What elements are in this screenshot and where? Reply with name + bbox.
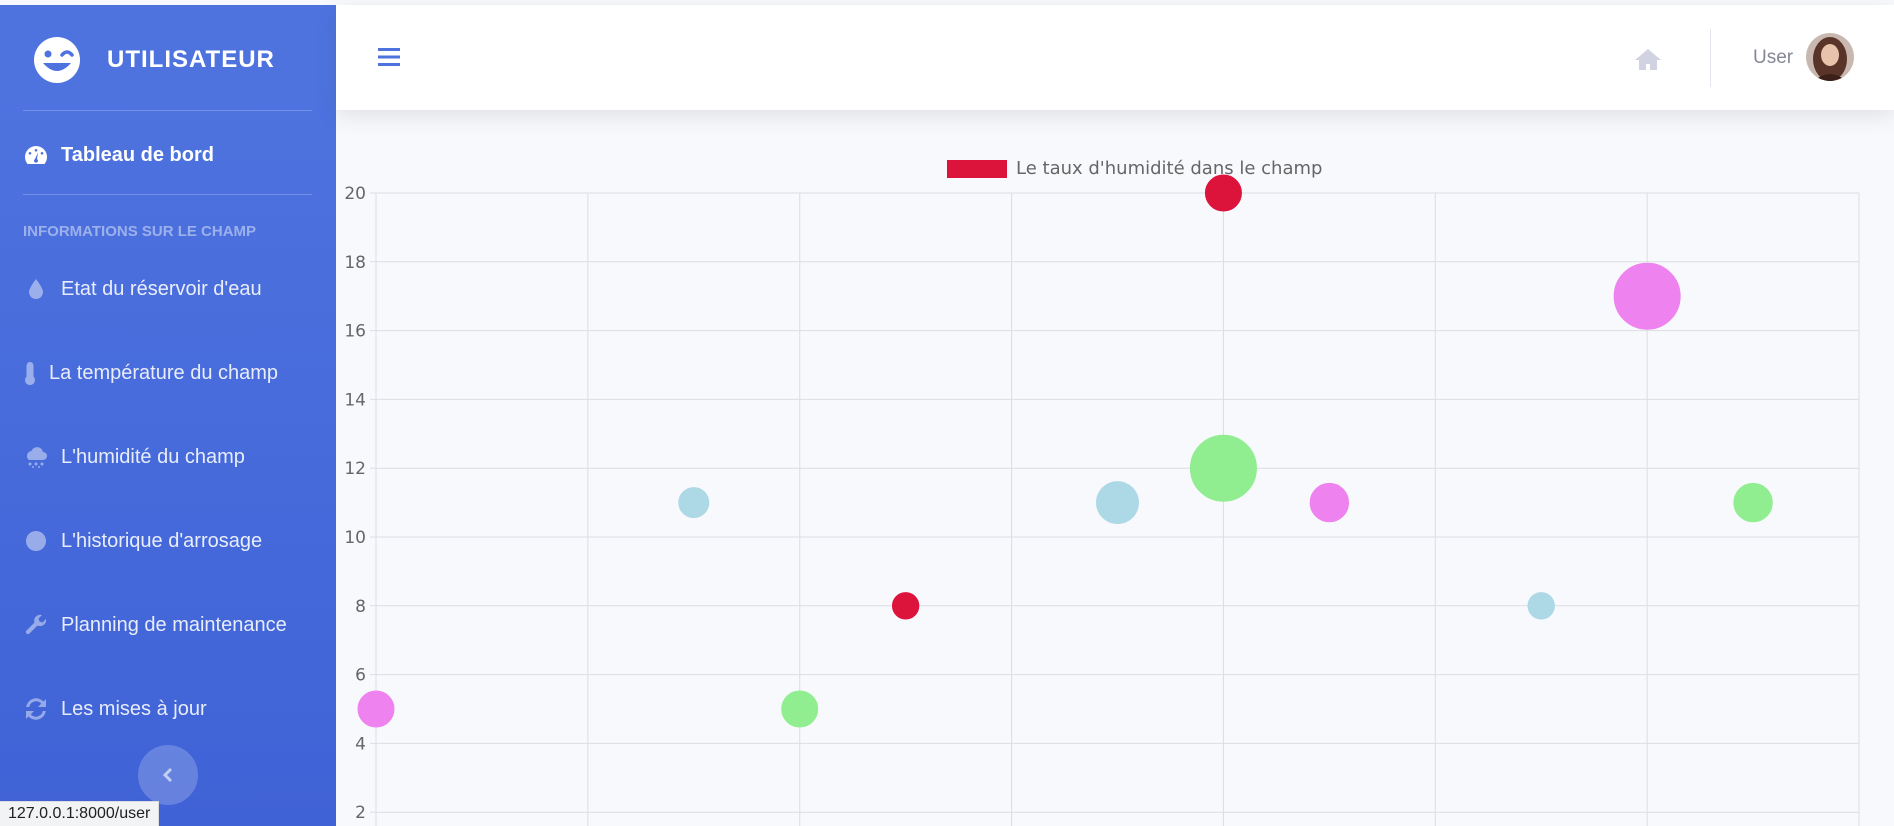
sidebar-item-humidity[interactable]: L'humidité du champ xyxy=(23,445,245,469)
brand-text: UTILISATEUR xyxy=(107,46,275,73)
sidebar-item-label: Tableau de bord xyxy=(61,143,214,166)
y-tick-label: 2 xyxy=(355,803,366,823)
tachometer-icon xyxy=(23,143,49,167)
brand[interactable]: UTILISATEUR xyxy=(32,35,275,85)
sidebar-section-heading: INFORMATIONS SUR LE CHAMP xyxy=(23,223,257,240)
chart-canvas: 2 4 6 8 10 12 14 16 18 20 xyxy=(344,174,1860,826)
bubble-point xyxy=(678,487,710,519)
sidebar-toggle-button[interactable] xyxy=(138,745,198,805)
user-name[interactable]: User xyxy=(1753,47,1793,69)
y-tick-label: 18 xyxy=(344,253,366,273)
avatar[interactable] xyxy=(1806,33,1854,81)
y-tick-label: 12 xyxy=(344,459,366,479)
bubble-point xyxy=(1527,592,1555,620)
bubble-point xyxy=(1733,482,1773,523)
legend-label: Le taux d'humidité dans le champ xyxy=(1016,158,1323,179)
bubble-chart: 2 4 6 8 10 12 14 16 18 20 Le taux d'humidité dans… xyxy=(336,110,1894,826)
sidebar-item-water-tank[interactable]: Etat du réservoir d'eau xyxy=(23,277,262,301)
legend-swatch xyxy=(947,159,1007,178)
y-tick-label: 8 xyxy=(355,597,366,617)
sidebar-item-label: L'humidité du champ xyxy=(61,445,245,468)
sidebar-item-label: La température du champ xyxy=(49,361,279,384)
bubble-point xyxy=(1204,174,1242,212)
y-tick-label: 6 xyxy=(355,666,366,686)
y-tick-label: 20 xyxy=(344,184,366,204)
clock-icon xyxy=(23,529,49,553)
sidebar-item-label: Planning de maintenance xyxy=(61,613,287,636)
sidebar-item-updates[interactable]: Les mises à jour xyxy=(23,697,207,721)
water-drop-icon xyxy=(23,277,49,301)
topbar: User xyxy=(336,5,1894,110)
sidebar-item-history[interactable]: L'historique d'arrosage xyxy=(23,529,262,553)
sidebar-item-label: L'historique d'arrosage xyxy=(61,529,263,552)
sidebar-divider xyxy=(23,194,312,195)
topbar-divider xyxy=(1710,29,1711,87)
sidebar-item-temperature[interactable]: La température du champ xyxy=(23,361,278,385)
status-bar-url: 127.0.0.1:8000/user xyxy=(0,801,160,826)
chevron-left-icon xyxy=(162,767,173,783)
hamburger-menu-icon[interactable] xyxy=(378,47,400,67)
sidebar-item-dashboard[interactable]: Tableau de bord xyxy=(23,143,214,167)
y-tick-label: 16 xyxy=(344,322,366,342)
bubble-point xyxy=(1613,262,1681,330)
thermometer-icon xyxy=(23,361,37,385)
bubble-point xyxy=(1189,434,1257,502)
y-tick-label: 4 xyxy=(355,734,366,754)
sidebar: UTILISATEUR Tableau de bord INFORMATIONS… xyxy=(0,5,336,826)
sync-icon xyxy=(23,697,49,721)
sidebar-item-maintenance[interactable]: Planning de maintenance xyxy=(23,613,287,637)
sidebar-item-label: Etat du réservoir d'eau xyxy=(61,277,262,300)
cloud-rain-icon xyxy=(23,445,49,469)
bubble-point xyxy=(357,690,395,728)
bubble-point xyxy=(891,592,920,620)
chart-legend[interactable]: Le taux d'humidité dans le champ xyxy=(947,158,1322,179)
home-icon[interactable] xyxy=(1634,47,1662,71)
sidebar-item-label: Les mises à jour xyxy=(61,697,207,720)
y-tick-label: 14 xyxy=(344,390,366,410)
laugh-wink-icon xyxy=(34,37,80,83)
bubble-point xyxy=(1096,481,1139,525)
bubble-point xyxy=(1309,482,1350,523)
bubble-point xyxy=(781,690,819,728)
wrench-icon xyxy=(23,613,49,637)
y-tick-label: 10 xyxy=(344,528,366,548)
sidebar-divider xyxy=(23,110,312,111)
